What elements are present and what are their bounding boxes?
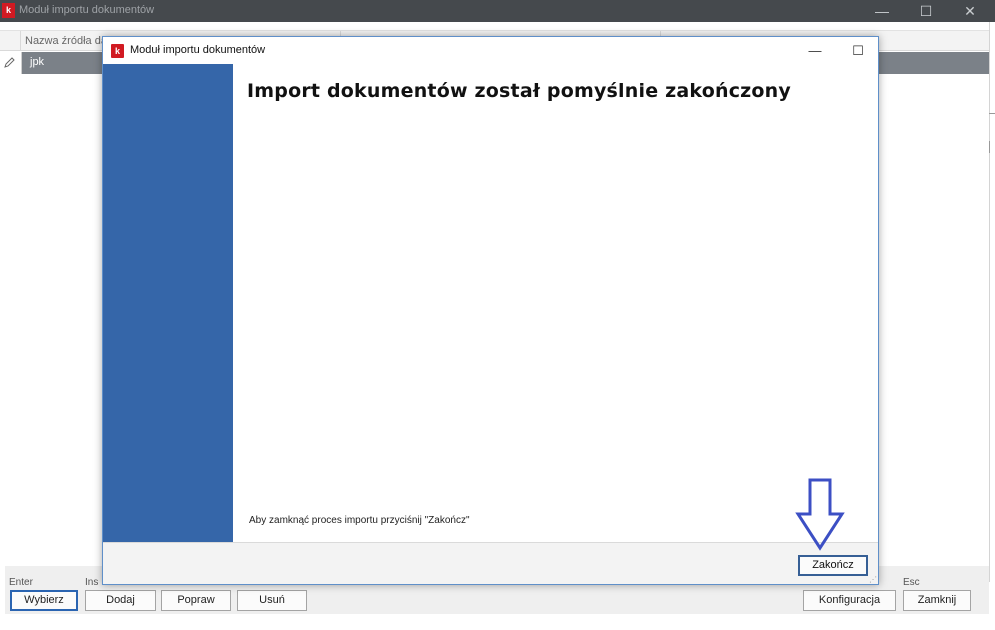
dialog-titlebar: k Moduł importu dokumentów — ☐ <box>103 37 878 64</box>
scroll-marker <box>989 141 995 153</box>
annotation-arrow-down-icon <box>795 478 845 551</box>
edit-button[interactable]: Popraw <box>161 590 231 611</box>
main-window-title: Moduł importu dokumentów <box>19 4 155 16</box>
scroll-marker <box>989 113 995 114</box>
app-logo-icon: k <box>2 3 15 18</box>
main-window-titlebar: k Moduł importu dokumentów — ☐ ✕ <box>0 0 995 22</box>
pencil-icon <box>4 57 15 68</box>
app-logo-icon: k <box>111 44 124 58</box>
hotkey-esc: Esc <box>903 577 920 588</box>
dialog-message: Aby zamknąć proces importu przyciśnij "Z… <box>249 515 470 526</box>
dialog-minimize-icon[interactable]: — <box>802 41 828 61</box>
row-indicator <box>0 52 22 74</box>
import-dialog: k Moduł importu dokumentów — ☐ Import do… <box>102 36 879 585</box>
minimize-icon[interactable]: — <box>862 2 902 20</box>
dialog-content: Import dokumentów został pomyślnie zakoń… <box>233 64 878 542</box>
select-button[interactable]: Wybierz <box>10 590 78 611</box>
maximize-icon[interactable]: ☐ <box>906 2 946 20</box>
add-button[interactable]: Dodaj <box>85 590 156 611</box>
dialog-sidebar-banner <box>103 64 233 542</box>
resize-grip-icon[interactable]: ⋰ <box>869 575 877 584</box>
dialog-footer: Zakończ ⋰ <box>103 542 878 584</box>
vertical-scrollbar[interactable] <box>989 22 995 582</box>
delete-button[interactable]: Usuń <box>237 590 307 611</box>
dialog-title: Moduł importu dokumentów <box>130 44 266 56</box>
hotkey-enter: Enter <box>9 577 33 588</box>
hotkey-ins: Ins <box>85 577 99 588</box>
dialog-heading: Import dokumentów został pomyślnie zakoń… <box>247 80 791 102</box>
table-cell-name: jpk <box>30 56 45 68</box>
close-icon[interactable]: ✕ <box>950 2 990 20</box>
dialog-maximize-icon[interactable]: ☐ <box>845 41 871 61</box>
close-button[interactable]: Zamknij <box>903 590 971 611</box>
grid-header-indicator <box>0 31 20 51</box>
configuration-button[interactable]: Konfiguracja <box>803 590 896 611</box>
finish-button[interactable]: Zakończ <box>798 555 868 576</box>
